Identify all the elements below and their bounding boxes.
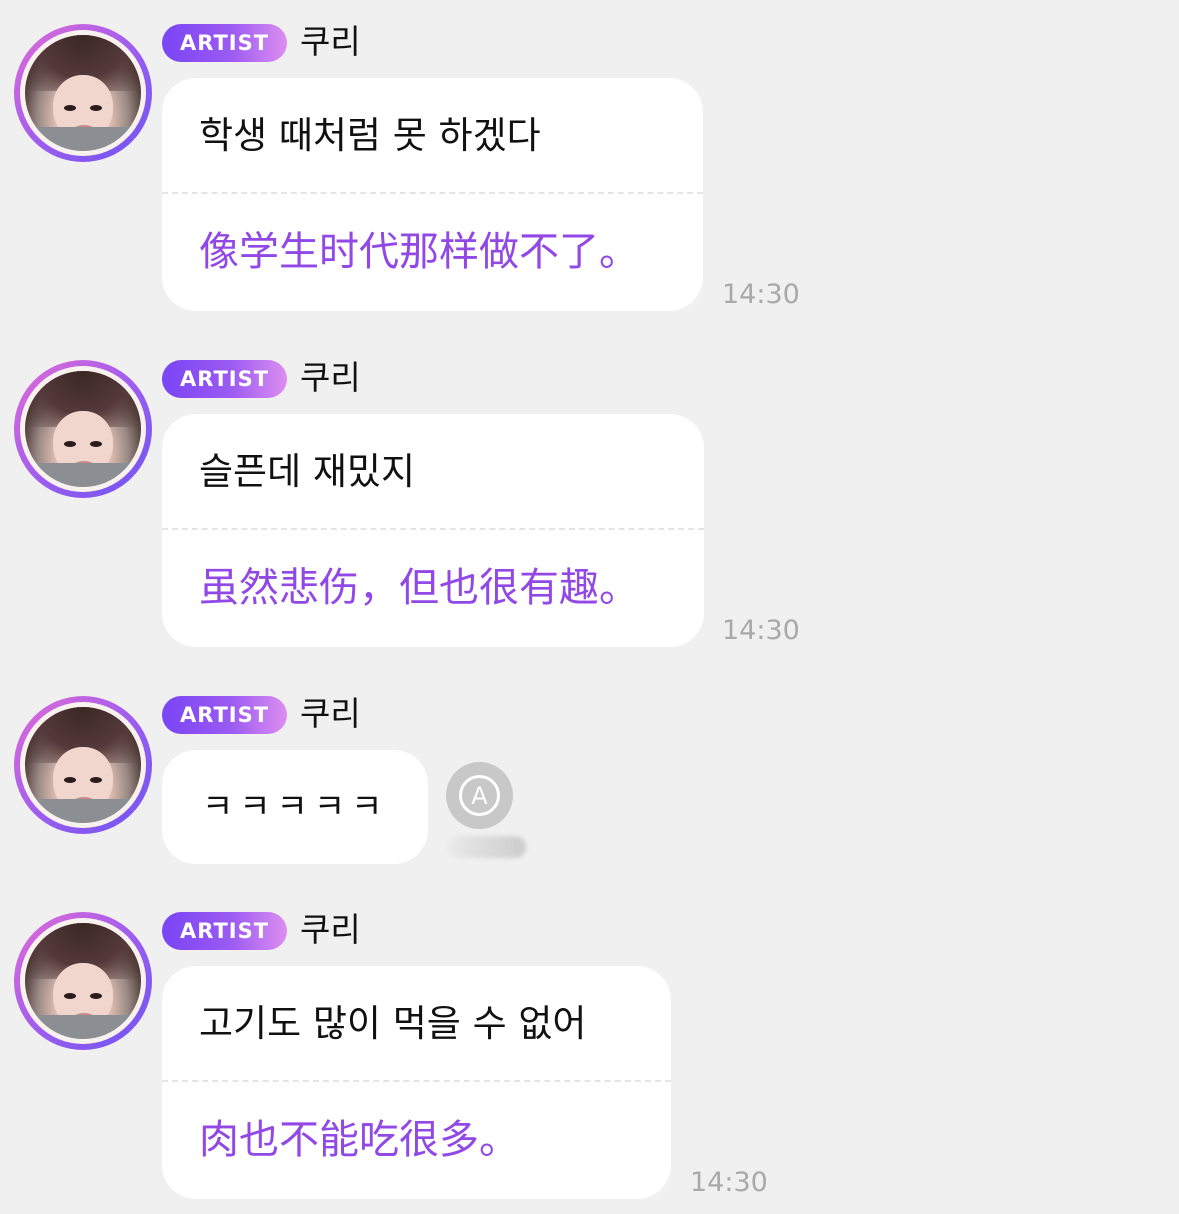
avatar-photo: [25, 371, 141, 487]
sender-name: 쿠리: [300, 694, 361, 733]
artist-badge: ARTIST: [162, 696, 288, 734]
artist-badge: ARTIST: [162, 24, 288, 62]
message-bubble[interactable]: 학생 때처럼 못 하겠다 像学生时代那样做不了。: [162, 78, 703, 311]
auto-translate-button[interactable]: A: [446, 762, 513, 829]
artist-badge: ARTIST: [162, 912, 288, 950]
sender-name: 쿠리: [300, 910, 361, 949]
original-text: 학생 때처럼 못 하겠다: [199, 114, 541, 157]
avatar-photo: [25, 707, 141, 823]
original-text: 고기도 많이 먹을 수 없어: [199, 1002, 587, 1045]
message-bubble[interactable]: 고기도 많이 먹을 수 없어 肉也不能吃很多。: [162, 966, 671, 1199]
loading-indicator: [448, 836, 526, 858]
avatar-photo: [25, 35, 141, 151]
avatar[interactable]: [14, 24, 152, 162]
artist-badge: ARTIST: [162, 360, 288, 398]
original-text: 슬픈데 재밌지: [199, 450, 416, 493]
message-bubble[interactable]: 슬픈데 재밌지 虽然悲伤，但也很有趣。: [162, 414, 704, 647]
translate-icon-letter: A: [471, 781, 488, 810]
sender-name: 쿠리: [300, 358, 361, 397]
translated-text: 虽然悲伤，但也很有趣。: [199, 565, 639, 611]
avatar-photo: [25, 923, 141, 1039]
message-bubble[interactable]: ㅋㅋㅋㅋㅋ: [162, 750, 428, 864]
avatar[interactable]: [14, 696, 152, 834]
message-timestamp: 14:30: [690, 1167, 768, 1198]
sender-name: 쿠리: [300, 22, 361, 61]
message-timestamp: 14:30: [722, 279, 800, 310]
translated-text: 像学生时代那样做不了。: [199, 229, 639, 275]
original-text: ㅋㅋㅋㅋㅋ: [202, 787, 389, 827]
avatar[interactable]: [14, 360, 152, 498]
auto-translate-icon: A: [459, 775, 500, 816]
translated-text: 肉也不能吃很多。: [199, 1117, 519, 1163]
message-timestamp: 14:30: [722, 615, 800, 646]
avatar[interactable]: [14, 912, 152, 1050]
